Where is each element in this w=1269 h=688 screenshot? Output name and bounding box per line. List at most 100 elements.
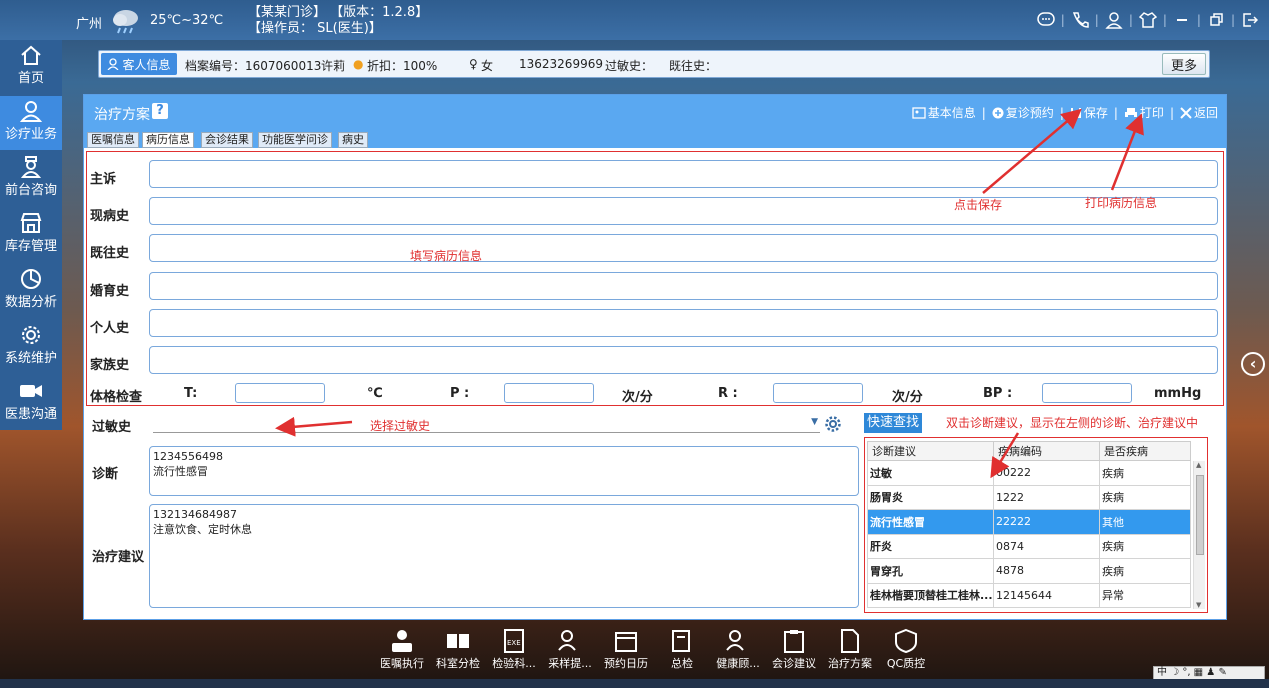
suggestion-name: 流行性感冒: [867, 509, 994, 535]
user-icon[interactable]: [1103, 10, 1125, 30]
table-row[interactable]: 流行性感冒 22222 其他: [867, 509, 1191, 535]
print-button[interactable]: 打印: [1124, 104, 1164, 121]
diagnosis-textarea[interactable]: 1234556498 流行性感冒: [149, 446, 859, 496]
column-header: 是否疾病: [1099, 441, 1191, 461]
dock-item[interactable]: 会诊建议: [766, 626, 822, 671]
physical-exam-label: 体格检查: [90, 390, 143, 405]
dock-label: 检验科...: [492, 657, 536, 670]
ime-toolbar[interactable]: 中 ☽ °, ▦ ♟ ✎: [1153, 666, 1265, 680]
exe-icon: EXE: [504, 629, 524, 653]
dock-item[interactable]: QC质控: [878, 626, 934, 671]
bottom-dock: 医嘱执行 科室分检 EXE 检验科... 采样提... 预约日历 总检 健康顾..…: [370, 626, 930, 676]
revisit-label: 复诊预约: [1005, 106, 1054, 120]
sidebar-item-home[interactable]: 首页: [0, 40, 62, 94]
personal-history-input[interactable]: [149, 309, 1218, 337]
tab-functional-medicine[interactable]: 功能医学问诊: [258, 132, 332, 148]
taskbar: [0, 679, 1269, 688]
table-row[interactable]: 肝炎 0874 疾病: [867, 533, 1191, 559]
record-number: 档案编号：1607060013: [185, 59, 322, 73]
tab-history[interactable]: 病史: [338, 132, 368, 148]
save-label: 保存: [1083, 106, 1108, 120]
scroll-down-icon[interactable]: ▼: [1196, 601, 1201, 609]
sidebar-item-treatment[interactable]: 诊疗业务: [0, 96, 62, 150]
table-row[interactable]: 过敏 00222 疾病: [867, 460, 1191, 486]
dock-label: 治疗方案: [828, 657, 872, 670]
family-history-input[interactable]: [149, 346, 1218, 374]
suggestion-name: 桂林楷要顶替桂工桂林...: [867, 582, 994, 608]
sidebar-item-analytics[interactable]: 数据分析: [0, 264, 62, 318]
diagnosis-suggestion-table: 诊断建议 疾病编码 是否疾病 过敏 00222 疾病 肠胃炎 1222 疾病 流行性感冒…: [867, 441, 1191, 608]
patient-info-tab[interactable]: 客人信息: [101, 53, 177, 75]
allergy-label: 过敏史: [92, 420, 132, 435]
dock-item[interactable]: 治疗方案: [822, 626, 878, 671]
gear-icon[interactable]: [824, 415, 842, 433]
tab-consultation[interactable]: 会诊结果: [201, 132, 253, 148]
save-button[interactable]: 保存: [1070, 104, 1108, 121]
dock-item[interactable]: EXE 检验科...: [486, 626, 542, 671]
logout-icon[interactable]: [1239, 10, 1261, 30]
revisit-button[interactable]: 复诊预约: [992, 104, 1054, 121]
sidebar-item-inventory[interactable]: 库存管理: [0, 208, 62, 262]
blood-pressure-input[interactable]: [1042, 383, 1132, 403]
dock-item[interactable]: 采样提...: [542, 626, 598, 671]
dock-label: QC质控: [886, 657, 926, 670]
department-icon: [447, 634, 469, 648]
quick-search-button[interactable]: 快速查找: [864, 413, 922, 433]
dock-label: 总检: [671, 657, 693, 670]
help-icon[interactable]: ?: [152, 103, 168, 119]
basic-info-label: 基本信息: [927, 106, 976, 120]
sidebar-item-label: 库存管理: [4, 239, 57, 254]
pulse-label: P :: [450, 386, 470, 401]
is-disease: 疾病: [1099, 533, 1191, 559]
panel-actions: 基本信息 | 复诊预约 | 保存 | 打印 | 返回: [912, 104, 1218, 121]
patient-info-bar: 客人信息 档案编号：1607060013 许莉 ● 折扣：100% ♀ 女 13…: [98, 50, 1210, 78]
restore-icon[interactable]: [1205, 10, 1227, 30]
store-icon: [20, 213, 42, 233]
sidebar-item-communication[interactable]: 医患沟通: [0, 376, 62, 430]
table-row[interactable]: 肠胃炎 1222 疾病: [867, 484, 1191, 510]
tab-orders[interactable]: 医嘱信息: [87, 132, 139, 148]
window-controls: | | | | | |: [1035, 10, 1261, 30]
scroll-thumb[interactable]: [1196, 475, 1204, 555]
dropdown-arrow-icon[interactable]: ▼: [811, 417, 818, 427]
pulse-input[interactable]: [504, 383, 594, 403]
is-disease: 疾病: [1099, 460, 1191, 486]
table-row[interactable]: 胃穿孔 4878 疾病: [867, 558, 1191, 584]
marital-history-input[interactable]: [149, 272, 1218, 300]
phone-icon[interactable]: [1069, 10, 1091, 30]
allergy-select[interactable]: ▼: [153, 413, 820, 433]
dock-item[interactable]: 科室分检: [430, 626, 486, 671]
annotation-double-click: 双击诊断建议，显示在左侧的诊断、治疗建议中: [946, 416, 1199, 430]
table-scrollbar[interactable]: ▲ ▼: [1193, 461, 1205, 609]
dock-item[interactable]: 预约日历: [598, 626, 654, 671]
back-button[interactable]: 返回: [1180, 104, 1218, 121]
disease-code: 00222: [993, 460, 1100, 486]
respiration-input[interactable]: [773, 383, 863, 403]
chat-icon[interactable]: [1035, 10, 1057, 30]
sidebar: 首页 诊疗业务 前台咨询 库存管理 数据分析 系统维护 医患沟通: [0, 40, 62, 430]
dock-item[interactable]: 总检: [654, 626, 710, 671]
user-star-icon: [558, 630, 576, 651]
minimize-icon[interactable]: [1171, 10, 1193, 30]
skin-icon[interactable]: [1137, 10, 1159, 30]
annotation-print: 打印病历信息: [1085, 196, 1158, 210]
sidebar-item-reception[interactable]: 前台咨询: [0, 152, 62, 206]
treatment-advice-textarea[interactable]: 132134684987 注意饮食、定时休息: [149, 504, 859, 608]
tab-medical-record[interactable]: 病历信息: [142, 132, 194, 148]
temperature-input[interactable]: [235, 383, 325, 403]
more-button[interactable]: 更多: [1162, 53, 1206, 75]
dock-item[interactable]: 医嘱执行: [374, 626, 430, 671]
discount-value: 折扣：100%: [367, 59, 438, 73]
scroll-up-icon[interactable]: ▲: [1196, 461, 1201, 469]
table-row[interactable]: 桂林楷要顶替桂工桂林... 12145644 异常: [867, 582, 1191, 608]
chief-complaint-input[interactable]: [149, 160, 1218, 188]
sidebar-item-label: 系统维护: [4, 351, 57, 366]
column-header: 诊断建议: [867, 441, 994, 461]
is-disease: 疾病: [1099, 484, 1191, 510]
dock-item[interactable]: 健康顾...: [710, 626, 766, 671]
past-history-input[interactable]: [149, 234, 1218, 262]
basic-info-button[interactable]: 基本信息: [912, 104, 976, 121]
expand-arrow-icon[interactable]: ‹: [1241, 352, 1265, 376]
sidebar-item-system[interactable]: 系统维护: [0, 320, 62, 374]
present-illness-input[interactable]: [149, 197, 1218, 225]
